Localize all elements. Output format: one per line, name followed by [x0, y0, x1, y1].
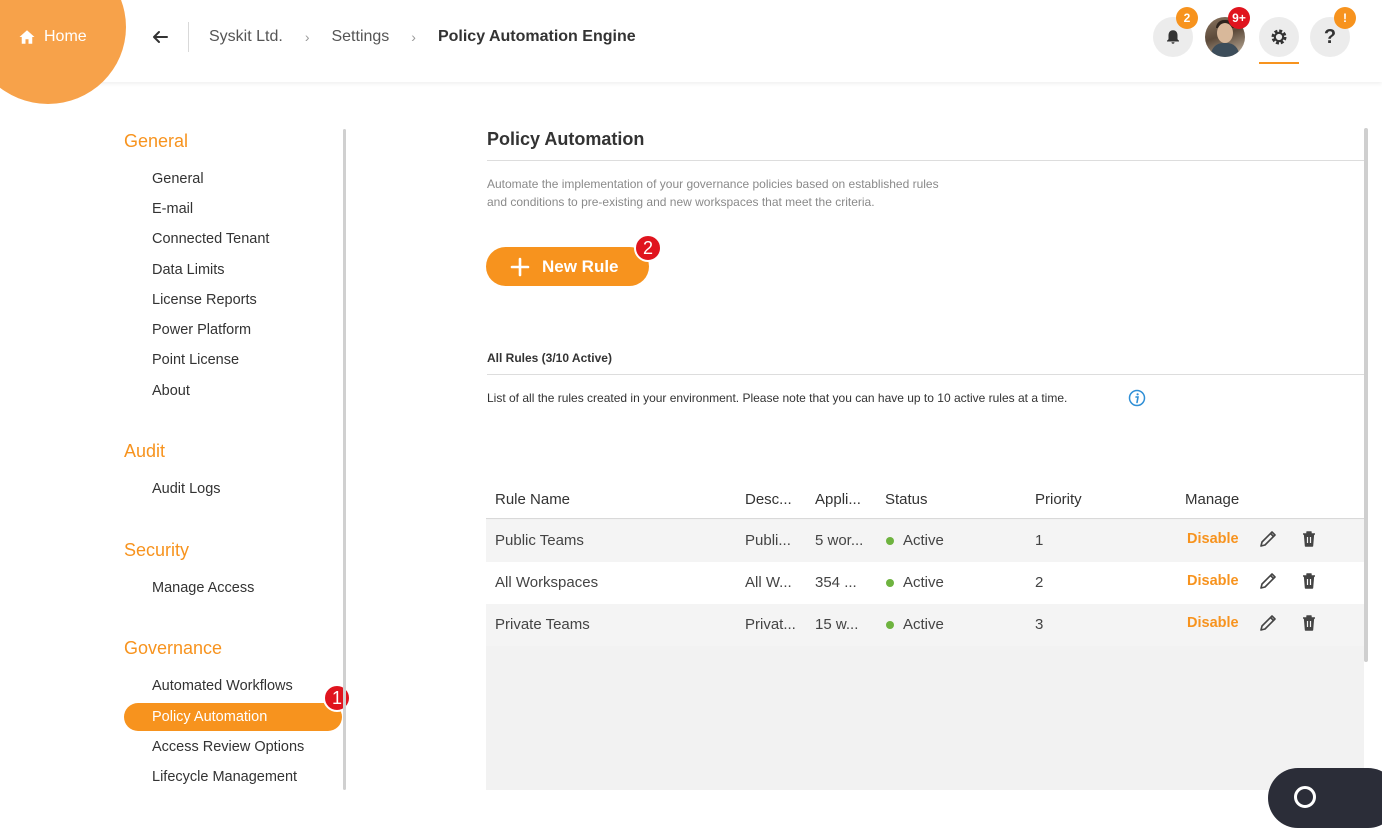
settings-sidebar: General General E-mail Connected Tenant … [0, 82, 351, 790]
rule-name: All Workspaces [495, 574, 599, 591]
column-manage: Manage [1185, 491, 1240, 508]
status-dot [886, 579, 894, 587]
rule-priority: 3 [1035, 616, 1044, 633]
rules-description: List of all the rules created in your en… [487, 391, 1068, 405]
home-label: Home [44, 28, 87, 45]
rule-applies: 5 wor... [815, 532, 864, 549]
sidebar-item-about[interactable]: About [152, 383, 190, 399]
avatar-badge: 9+ [1228, 7, 1250, 29]
sidebar-item-lifecycle-management[interactable]: Lifecycle Management [152, 769, 297, 785]
home-button[interactable]: Home [18, 28, 87, 46]
column-rule-name[interactable]: Rule Name [495, 491, 570, 508]
breadcrumb: Syskit Ltd. › Settings › Policy Automati… [209, 28, 636, 46]
sidebar-item-data-limits[interactable]: Data Limits [152, 262, 225, 278]
section-title: Policy Automation [487, 129, 645, 149]
divider [487, 160, 1364, 161]
table-row[interactable]: Public Teams Publi... 5 wor... Active 1 … [486, 520, 1364, 562]
column-priority[interactable]: Priority [1035, 491, 1082, 508]
step-badge-1: 1 [323, 684, 351, 712]
rules-table: Rule Name Desc... Appli... Status Priori… [486, 480, 1364, 790]
new-rule-button[interactable]: New Rule [486, 247, 649, 286]
chat-icon [1294, 786, 1316, 808]
sidebar-item-power-platform[interactable]: Power Platform [152, 322, 251, 338]
sidebar-item-policy-automation[interactable]: Policy Automation [124, 703, 342, 731]
column-applies[interactable]: Appli... [815, 491, 861, 508]
rule-priority: 2 [1035, 574, 1044, 591]
sidebar-item-general[interactable]: General [152, 171, 204, 187]
status-badge: Active [903, 616, 944, 633]
divider [487, 374, 1364, 375]
sidebar-item-manage-access[interactable]: Manage Access [152, 580, 254, 596]
bell-icon [1167, 30, 1179, 44]
section-security: Security [124, 540, 190, 560]
sidebar-item-label: Policy Automation [152, 709, 268, 725]
main-scrollbar[interactable] [1364, 128, 1368, 662]
settings-active-indicator [1259, 62, 1299, 64]
trash-icon[interactable] [1299, 613, 1319, 633]
section-governance: Governance [124, 638, 223, 658]
info-icon[interactable] [1128, 389, 1146, 407]
sidebar-item-point-license[interactable]: Point License [152, 352, 239, 368]
column-description[interactable]: Desc... [745, 491, 792, 508]
rule-description: Publi... [745, 532, 791, 549]
rule-description: All W... [745, 574, 792, 591]
table-row[interactable]: Private Teams Privat... 15 w... Active 3… [486, 604, 1364, 646]
chevron-right-icon: › [304, 29, 310, 45]
disable-button[interactable]: Disable [1187, 573, 1239, 589]
sidebar-item-access-review-options[interactable]: Access Review Options [152, 739, 304, 755]
page-title: Policy Automation Engine [437, 28, 636, 45]
status-dot [886, 621, 894, 629]
home-icon [19, 30, 35, 44]
top-header: Home Syskit Ltd. › Settings › Policy Aut… [0, 0, 1382, 104]
step-badge-2: 2 [634, 234, 662, 262]
breadcrumb-syskit[interactable]: Syskit Ltd. [209, 28, 283, 46]
column-status[interactable]: Status [885, 491, 928, 508]
rule-description: Privat... [745, 616, 796, 633]
pencil-icon[interactable] [1258, 529, 1278, 549]
section-audit: Audit [124, 441, 166, 461]
new-rule-label: New Rule [542, 256, 619, 276]
gear-icon [1271, 29, 1287, 45]
trash-icon[interactable] [1299, 529, 1319, 549]
status-badge: Active [903, 574, 944, 591]
sidebar-item-connected-tenant[interactable]: Connected Tenant [152, 231, 269, 247]
table-row[interactable]: All Workspaces All W... 354 ... Active 2… [486, 562, 1364, 604]
notifications-badge: 2 [1176, 7, 1198, 29]
disable-button[interactable]: Disable [1187, 531, 1239, 547]
back-arrow-icon[interactable] [150, 27, 170, 47]
status-dot [886, 537, 894, 545]
plus-icon [510, 257, 530, 276]
status-badge: Active [903, 532, 944, 549]
settings-button[interactable] [1259, 17, 1299, 57]
sidebar-item-automated-workflows[interactable]: Automated Workflows [152, 678, 293, 694]
rule-applies: 354 ... [815, 574, 857, 591]
header-divider [188, 22, 189, 52]
rule-priority: 1 [1035, 532, 1044, 549]
sidebar-scrollbar[interactable] [343, 129, 346, 790]
chat-widget-button[interactable] [1268, 768, 1382, 828]
disable-button[interactable]: Disable [1187, 615, 1239, 631]
sidebar-item-email[interactable]: E-mail [152, 201, 193, 217]
sidebar-item-audit-logs[interactable]: Audit Logs [152, 481, 221, 497]
section-general: General [124, 131, 189, 151]
rules-title: All Rules (3/10 Active) [487, 351, 612, 365]
breadcrumb-settings[interactable]: Settings [331, 28, 389, 46]
rule-name: Private Teams [495, 616, 590, 633]
help-badge: ! [1334, 7, 1356, 29]
sidebar-item-license-reports[interactable]: License Reports [152, 292, 257, 308]
rule-name: Public Teams [495, 532, 584, 549]
section-description: Automate the implementation of your gove… [487, 177, 939, 209]
chevron-right-icon: › [411, 29, 416, 45]
pencil-icon[interactable] [1258, 613, 1278, 633]
pencil-icon[interactable] [1258, 571, 1278, 591]
table-header: Rule Name Desc... Appli... Status Priori… [486, 480, 1364, 519]
question-icon: ? [1323, 25, 1337, 48]
trash-icon[interactable] [1299, 571, 1319, 591]
rule-applies: 15 w... [815, 616, 859, 633]
